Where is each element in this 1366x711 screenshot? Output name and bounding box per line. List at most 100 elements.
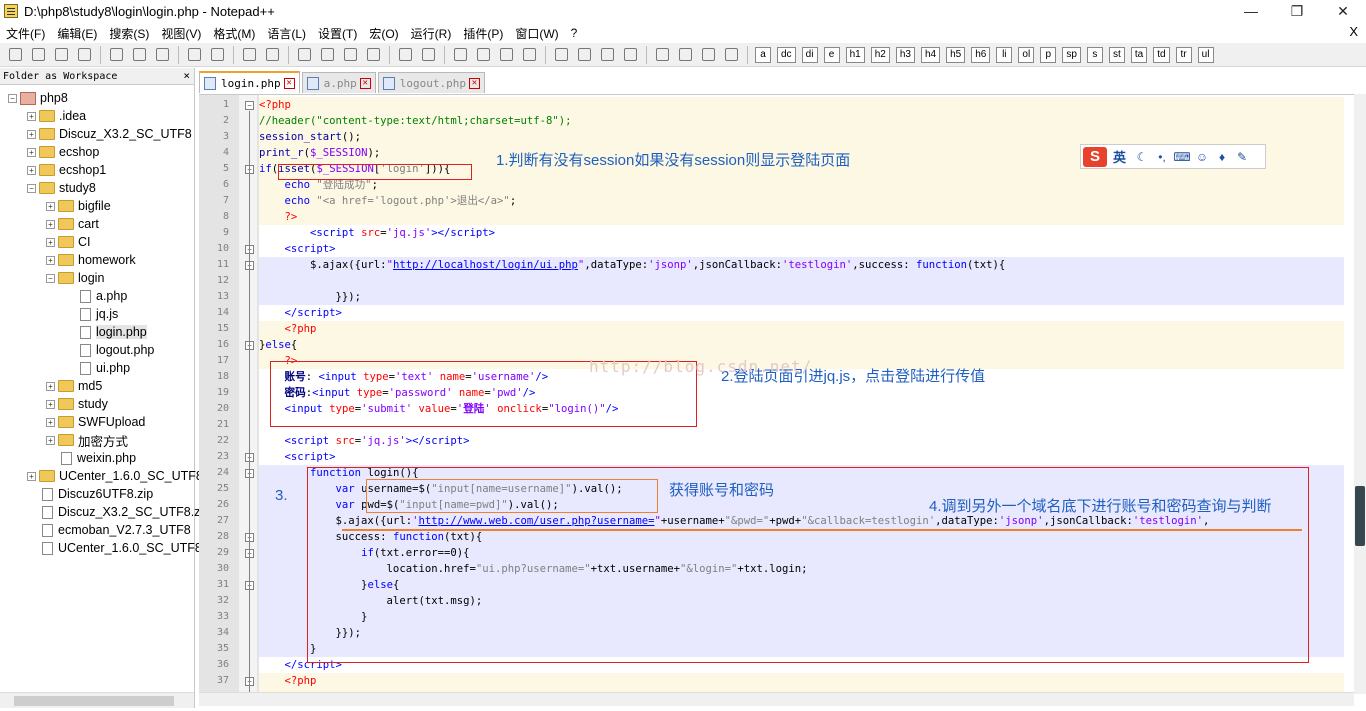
toolbar-button-icon[interactable] bbox=[396, 46, 415, 64]
html-tag-button-p[interactable]: p bbox=[1040, 46, 1057, 63]
tree-item[interactable]: jq.js bbox=[0, 305, 194, 323]
menu-item-6[interactable]: 设置(T) bbox=[312, 25, 363, 42]
html-tag-button-td[interactable]: td bbox=[1153, 46, 1170, 63]
code-editor[interactable]: 1 2 3 4 5 6 7 8 9 10 11 12 13 14 15 16 17 18 19 20 21 22 23 24 2… bbox=[199, 94, 1366, 704]
code-line[interactable]: //header("content-type:text/html;charset… bbox=[259, 113, 1344, 129]
html-tag-button-li[interactable]: li bbox=[996, 46, 1013, 63]
scroll-thumb[interactable] bbox=[1355, 486, 1365, 546]
tree-item[interactable]: a.php bbox=[0, 287, 194, 305]
minimize-button[interactable]: — bbox=[1228, 0, 1274, 22]
tree-item[interactable]: Discuz6UTF8.zip bbox=[0, 485, 194, 503]
expand-icon[interactable]: + bbox=[46, 435, 55, 445]
ime-toolbar[interactable]: S 英 ☾ •, ⌨ ☺ ♦ ✎ bbox=[1080, 144, 1266, 169]
code-line[interactable]: <script> bbox=[259, 449, 336, 465]
tree-item[interactable]: + ecshop bbox=[0, 143, 194, 161]
toolbar-button-icon[interactable] bbox=[263, 46, 282, 64]
moon-icon[interactable]: ☾ bbox=[1135, 150, 1149, 164]
tree-item[interactable]: + cart bbox=[0, 215, 194, 233]
tree-item[interactable]: − php8 bbox=[0, 89, 194, 107]
expand-icon[interactable]: + bbox=[46, 399, 55, 409]
code-line[interactable]: echo "<a href='logout.php'>退出</a>"; bbox=[259, 193, 1344, 209]
expand-icon[interactable]: + bbox=[46, 417, 55, 427]
html-tag-button-tr[interactable]: tr bbox=[1175, 46, 1192, 63]
expand-icon[interactable]: + bbox=[27, 471, 36, 481]
tree-item[interactable]: ecmoban_V2.7.3_UTF8 bbox=[0, 521, 194, 539]
wrench-icon[interactable]: ✎ bbox=[1235, 150, 1249, 164]
keyboard-icon[interactable]: ⌨ bbox=[1173, 150, 1190, 164]
tab-close-icon[interactable]: ✕ bbox=[359, 77, 371, 89]
html-tag-button-di[interactable]: di bbox=[801, 46, 818, 63]
expand-icon[interactable]: + bbox=[46, 237, 55, 247]
toolbar-button-icon[interactable] bbox=[341, 46, 360, 64]
tree-item[interactable]: + homework bbox=[0, 251, 194, 269]
tab-a-php[interactable]: a.php ✕ bbox=[301, 72, 376, 93]
collapse-icon[interactable]: − bbox=[27, 183, 36, 193]
expand-icon[interactable]: + bbox=[27, 111, 36, 121]
tree-item[interactable]: + SWFUpload bbox=[0, 413, 194, 431]
toolbar-button-icon[interactable] bbox=[621, 46, 640, 64]
tree-item[interactable]: Discuz_X3.2_SC_UTF8.zip bbox=[0, 503, 210, 521]
toolbar-button-icon[interactable] bbox=[699, 46, 718, 64]
html-tag-button-sp[interactable]: sp bbox=[1062, 46, 1081, 63]
menu-item-4[interactable]: 格式(M) bbox=[207, 25, 261, 42]
expand-icon[interactable]: + bbox=[46, 381, 55, 391]
html-tag-button-ul[interactable]: ul bbox=[1197, 46, 1214, 63]
code-line[interactable]: <script src='jq.js'></script> bbox=[259, 433, 470, 449]
toolbar-button-icon[interactable] bbox=[185, 46, 204, 64]
fold-toggle-icon[interactable]: − bbox=[245, 101, 254, 110]
punctuation-icon[interactable]: •, bbox=[1155, 150, 1169, 164]
collapse-icon[interactable]: − bbox=[8, 93, 17, 103]
toolbar-button-icon[interactable] bbox=[29, 46, 48, 64]
toolbar-button-icon[interactable] bbox=[75, 46, 94, 64]
html-tag-button-h6[interactable]: h6 bbox=[971, 46, 991, 63]
ime-mode[interactable]: 英 bbox=[1113, 147, 1126, 166]
toolbar-button-icon[interactable] bbox=[295, 46, 314, 64]
menu-item-2[interactable]: 搜索(S) bbox=[103, 25, 155, 42]
skin-icon[interactable]: ♦ bbox=[1215, 150, 1229, 164]
toolbar-button-icon[interactable] bbox=[451, 46, 470, 64]
tab-logout-php[interactable]: logout.php ✕ bbox=[377, 72, 485, 93]
code-line[interactable]: }else{ bbox=[259, 337, 1344, 353]
html-tag-button-h1[interactable]: h1 bbox=[845, 46, 865, 63]
close-button[interactable]: ✕ bbox=[1320, 0, 1366, 22]
code-line[interactable]: ?> bbox=[259, 209, 1344, 225]
html-tag-button-a[interactable]: a bbox=[755, 46, 771, 63]
toolbar-button-icon[interactable] bbox=[208, 46, 227, 64]
tab-login-php[interactable]: login.php ✕ bbox=[199, 71, 300, 93]
code-line[interactable] bbox=[259, 273, 1344, 289]
tab-close-icon[interactable]: ✕ bbox=[283, 77, 295, 89]
editor-vertical-scrollbar[interactable] bbox=[1354, 94, 1366, 694]
html-tag-button-st[interactable]: st bbox=[1108, 46, 1125, 63]
toolbar-button-icon[interactable] bbox=[722, 46, 741, 64]
tab-close-icon[interactable]: ✕ bbox=[468, 77, 480, 89]
expand-icon[interactable]: + bbox=[46, 255, 55, 265]
tree-item[interactable]: logout.php bbox=[0, 341, 194, 359]
code-line[interactable]: session_start(); bbox=[259, 129, 1344, 145]
menu-item-10[interactable]: 窗口(W) bbox=[509, 25, 564, 42]
tree-item[interactable]: ui.php bbox=[0, 359, 194, 377]
tree-item[interactable]: UCenter_1.6.0_SC_UTF8 bbox=[0, 539, 202, 557]
menu-item-11[interactable]: ? bbox=[565, 26, 584, 40]
tree-item[interactable]: + ecshop1 bbox=[0, 161, 194, 179]
tree-item[interactable]: − login bbox=[0, 269, 194, 287]
tree-item[interactable]: + UCenter_1.6.0_SC_UTF8 bbox=[0, 467, 203, 485]
code-line[interactable]: $.ajax({url:"http://localhost/login/ui.p… bbox=[259, 257, 1344, 273]
toolbar-button-icon[interactable] bbox=[107, 46, 126, 64]
html-tag-button-h4[interactable]: h4 bbox=[920, 46, 941, 63]
expand-icon[interactable]: + bbox=[27, 129, 36, 139]
code-line[interactable]: <script> bbox=[259, 241, 336, 257]
document-close-button[interactable]: X bbox=[1349, 24, 1358, 39]
expand-icon[interactable]: + bbox=[46, 201, 55, 211]
toolbar-button-icon[interactable] bbox=[552, 46, 571, 64]
user-icon[interactable]: ☺ bbox=[1195, 150, 1209, 164]
html-tag-button-ol[interactable]: ol bbox=[1018, 46, 1035, 63]
toolbar-button-icon[interactable] bbox=[130, 46, 149, 64]
code-line[interactable]: <?php bbox=[259, 321, 1344, 337]
html-tag-button-dc[interactable]: dc bbox=[777, 46, 796, 63]
toolbar-button-icon[interactable] bbox=[52, 46, 71, 64]
toolbar-button-icon[interactable] bbox=[653, 46, 672, 64]
menu-item-5[interactable]: 语言(L) bbox=[261, 25, 312, 42]
code-line[interactable]: <?php bbox=[259, 673, 1344, 689]
html-tag-button-h3[interactable]: h3 bbox=[895, 46, 915, 63]
code-line[interactable]: </script> bbox=[259, 305, 342, 321]
